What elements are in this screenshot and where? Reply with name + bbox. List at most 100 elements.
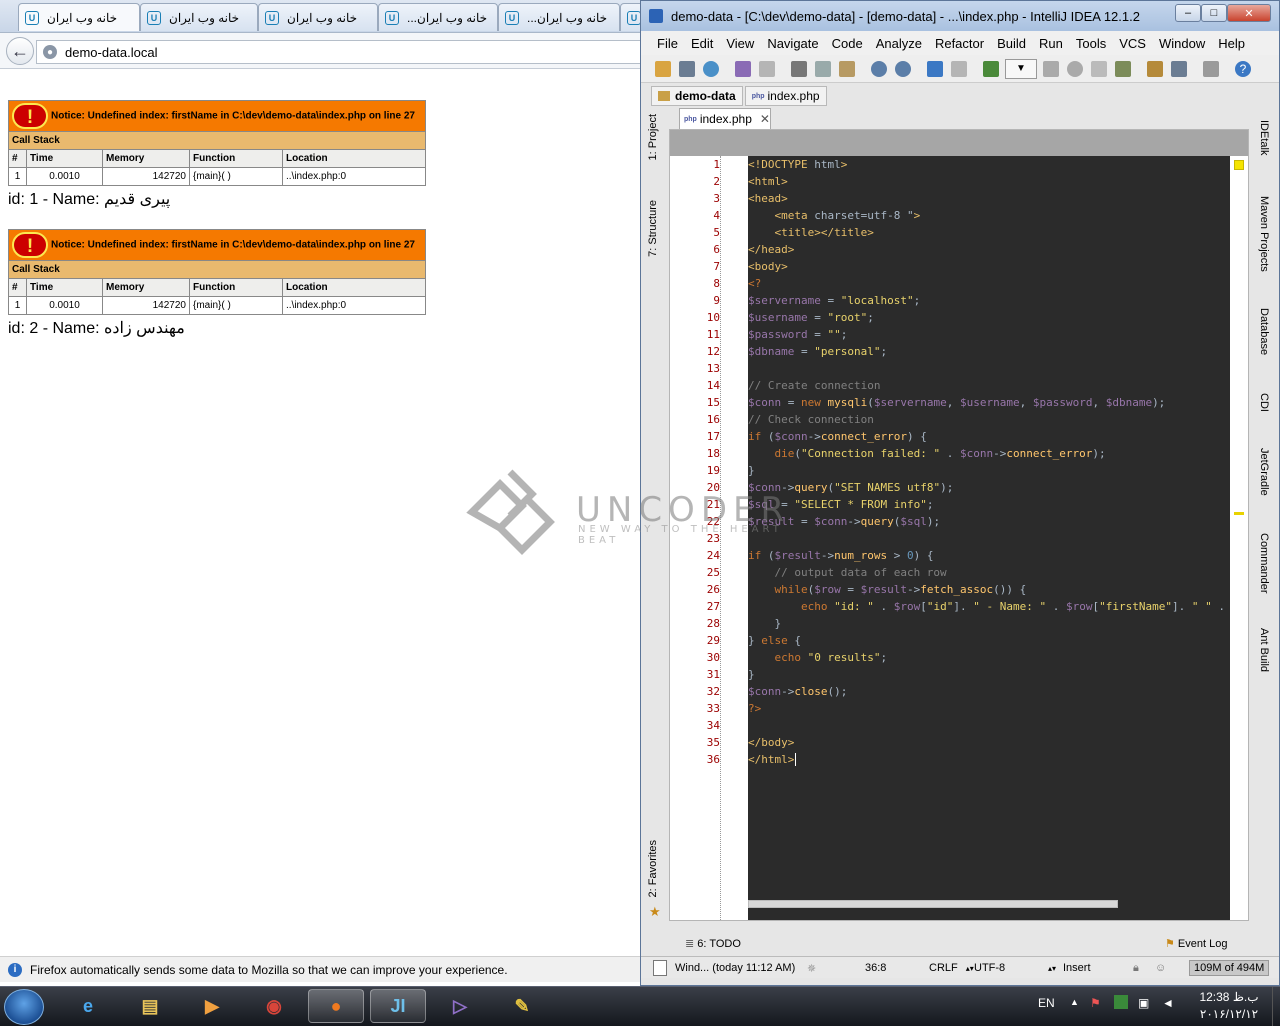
status-message[interactable]: Wind... (today 11:12 AM)	[675, 960, 795, 976]
code-line[interactable]: } else {	[748, 632, 1230, 649]
toggle-tool-buttons-icon[interactable]	[653, 960, 667, 976]
code-line[interactable]: <meta charset=utf-8 ">	[748, 207, 1230, 224]
attach-icon[interactable]	[1115, 61, 1131, 77]
run-icon[interactable]	[1043, 61, 1059, 77]
save-icon[interactable]	[679, 61, 695, 77]
event-log-tool[interactable]: ⚑ Event Log	[1165, 937, 1227, 950]
menu-build[interactable]: Build	[997, 36, 1026, 51]
clock-date[interactable]: ۲۰۱۶/۱۲/۱۲	[1190, 1007, 1268, 1021]
paste-icon[interactable]	[839, 61, 855, 77]
menu-navigate[interactable]: Navigate	[767, 36, 818, 51]
code-line[interactable]: <title></title>	[748, 224, 1230, 241]
code-line[interactable]: $password = "";	[748, 326, 1230, 343]
error-stripe[interactable]	[1230, 156, 1248, 920]
code-line[interactable]: if ($result->num_rows > 0) {	[748, 547, 1230, 564]
code-line[interactable]	[748, 360, 1230, 377]
code-line[interactable]: $conn = new mysqli($servername, $usernam…	[748, 394, 1230, 411]
tool-maven[interactable]: Maven Projects	[1258, 196, 1270, 272]
menu-window[interactable]: Window	[1159, 36, 1205, 51]
firefox-taskbar-icon[interactable]: ●	[308, 989, 364, 1023]
code-line[interactable]: $dbname = "personal";	[748, 343, 1230, 360]
code-line[interactable]	[748, 530, 1230, 547]
app-tray-icon[interactable]	[1114, 995, 1128, 1009]
back-button[interactable]: ←	[6, 37, 34, 65]
menu-tools[interactable]: Tools	[1076, 36, 1106, 51]
code-line[interactable]: }	[748, 666, 1230, 683]
tool-idetalk[interactable]: IDEtalk	[1258, 120, 1270, 155]
code-line[interactable]: echo "0 results";	[748, 649, 1230, 666]
tool-commander[interactable]: Commander	[1258, 533, 1270, 594]
caret-position[interactable]: 36:8	[865, 960, 886, 976]
tool-jetgradle[interactable]: JetGradle	[1258, 448, 1270, 496]
code-line[interactable]: <?	[748, 275, 1230, 292]
code-area[interactable]: <!DOCTYPE html> <html> <head> <meta charse…	[748, 156, 1230, 920]
maximize-button[interactable]: □	[1201, 4, 1227, 22]
code-line[interactable]: // output data of each row	[748, 564, 1230, 581]
code-line[interactable]: <html>	[748, 173, 1230, 190]
redo-icon[interactable]	[759, 61, 775, 77]
code-line[interactable]: $conn->query("SET NAMES utf8");	[748, 479, 1230, 496]
code-line[interactable]: </body>	[748, 734, 1230, 751]
browser-tab[interactable]: U خانه وب ایران	[140, 3, 258, 31]
line-separator-widget[interactable]: CRLF ▴▾	[929, 960, 974, 976]
menu-view[interactable]: View	[726, 36, 754, 51]
replace-icon[interactable]	[895, 61, 911, 77]
tool-ant-build[interactable]: Ant Build	[1258, 628, 1270, 672]
code-line[interactable]: <head>	[748, 190, 1230, 207]
horizontal-scrollbar[interactable]	[748, 900, 1118, 908]
code-line[interactable]: // Check connection	[748, 411, 1230, 428]
menu-run[interactable]: Run	[1039, 36, 1063, 51]
run-config-dropdown[interactable]: ▼	[1005, 59, 1037, 79]
code-line[interactable]: while($row = $result->fetch_assoc()) {	[748, 581, 1230, 598]
code-editor[interactable]: 1 2 3 4 5 6 7 8 9 10 11 12 13 14 15 16 17 18 19 20 21 22 23 24 2…	[669, 129, 1249, 921]
code-line[interactable]: <body>	[748, 258, 1230, 275]
browser-tab[interactable]: U خانه وب ایران	[18, 3, 140, 31]
code-line[interactable]: if ($conn->connect_error) {	[748, 428, 1230, 445]
code-line[interactable]: }	[748, 462, 1230, 479]
show-hidden-icons[interactable]: ▲	[1070, 997, 1079, 1007]
task-icon[interactable]	[1203, 61, 1219, 77]
insert-mode[interactable]: Insert	[1063, 960, 1091, 976]
language-indicator[interactable]: EN	[1038, 996, 1055, 1010]
code-line[interactable]: echo "id: " . $row["id"]. " - Name: " . …	[748, 598, 1230, 615]
close-tab-icon[interactable]: ✕	[760, 112, 770, 126]
browser-tab[interactable]: U خانه وب ایران	[258, 3, 378, 31]
memory-indicator[interactable]: 109M of 494M	[1189, 960, 1269, 976]
code-line[interactable]: $username = "root";	[748, 309, 1230, 326]
code-line[interactable]	[748, 717, 1230, 734]
url-bar[interactable]: ● demo-data.local	[36, 40, 642, 64]
find-icon[interactable]	[871, 61, 887, 77]
lock-icon[interactable]: 🔒︎	[1133, 960, 1139, 976]
code-line[interactable]: </head>	[748, 241, 1230, 258]
breadcrumb-file[interactable]: php index.php	[744, 86, 827, 106]
make-icon[interactable]	[983, 61, 999, 77]
menu-code[interactable]: Code	[832, 36, 863, 51]
menu-edit[interactable]: Edit	[691, 36, 713, 51]
show-desktop-button[interactable]	[1272, 987, 1280, 1026]
chrome-taskbar-icon[interactable]: ◉	[246, 989, 302, 1023]
visual-studio-taskbar-icon[interactable]: ▷	[432, 989, 488, 1023]
tool-database[interactable]: Database	[1258, 308, 1270, 355]
browser-tab[interactable]: U ...خانه وب ایران	[498, 3, 620, 31]
encoding-widget[interactable]: UTF-8 ▴▾	[974, 960, 1056, 976]
clock-time[interactable]: 12:38 ب.ظ	[1198, 990, 1260, 1004]
media-player-taskbar-icon[interactable]: ▶	[184, 989, 240, 1023]
menu-analyze[interactable]: Analyze	[876, 36, 922, 51]
project-structure-icon[interactable]	[1171, 61, 1187, 77]
code-line[interactable]: $conn->close();	[748, 683, 1230, 700]
code-line[interactable]: $servername = "localhost";	[748, 292, 1230, 309]
code-line[interactable]: $sql = "SELECT * FROM info";	[748, 496, 1230, 513]
undo-icon[interactable]	[735, 61, 751, 77]
start-button[interactable]	[4, 989, 44, 1025]
tool-favorites[interactable]: 2: Favorites	[647, 840, 659, 897]
breadcrumb-project[interactable]: demo-data	[651, 86, 743, 106]
code-line[interactable]: }	[748, 615, 1230, 632]
settings-icon[interactable]	[1147, 61, 1163, 77]
inspector-icon[interactable]: ☺	[1155, 960, 1166, 976]
menu-vcs[interactable]: VCS	[1119, 36, 1146, 51]
code-line[interactable]: <!DOCTYPE html>	[748, 156, 1230, 173]
cut-icon[interactable]	[791, 61, 807, 77]
minimize-button[interactable]: –	[1175, 4, 1201, 22]
browser-tab[interactable]: U ...خانه وب ایران	[378, 3, 498, 31]
editor-tab[interactable]: php index.php ✕	[679, 108, 771, 129]
